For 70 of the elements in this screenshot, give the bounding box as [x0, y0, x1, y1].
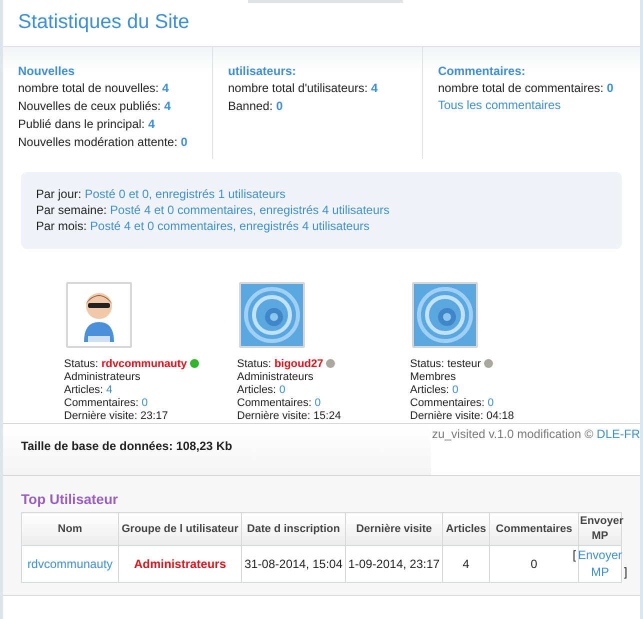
database-size: Taille de base de données: 108,23 Kb [21, 439, 232, 455]
user-name: rdvcommunauty [101, 358, 187, 370]
avatar-icon [66, 282, 132, 348]
credit-link[interactable]: DLE-FR [596, 427, 640, 441]
table-cell: 1-09-2014, 23:17 [346, 546, 442, 582]
stat-label: nombre total de commentaires: [438, 81, 604, 95]
stat-value: 0 [276, 99, 283, 113]
section-heading: utilisateurs: [228, 63, 296, 79]
user-group: Membres [410, 371, 456, 383]
column-header: Commentaires [490, 512, 578, 546]
comments-label: Commentaires: [410, 397, 485, 409]
column-header: Nom [22, 512, 118, 546]
stat-value: 4 [371, 81, 378, 95]
stat-value: 0 [180, 135, 188, 149]
comments-count-link[interactable]: 0 [314, 397, 321, 409]
last-visit: Dernière visite: 23:17 [64, 410, 168, 422]
last-visit: Dernière visite: 15:24 [237, 410, 341, 422]
user-name: bigoud27 [274, 358, 324, 370]
comments-link[interactable]: Tous les commentaires [438, 97, 561, 114]
avatar-icon [412, 282, 478, 348]
period-label: Par mois: [36, 219, 87, 233]
status-label: Status: [64, 358, 98, 370]
stat-label: Nouvelles modération attente: [18, 135, 178, 149]
table-cell: Administrateurs [118, 546, 242, 582]
stat-label: Banned: [228, 99, 273, 113]
column-header: Envoyer MP [578, 512, 622, 546]
stat-value: 4 [162, 81, 169, 95]
comments-count-link[interactable]: 0 [488, 397, 494, 409]
stat-value: 4 [148, 117, 155, 131]
comments-count-link[interactable]: 0 [142, 397, 148, 409]
column-header: Dernière visite [346, 512, 442, 546]
bracket-text: [ [572, 547, 576, 564]
stat-label: nombre total d'utilisateurs: [228, 81, 368, 95]
table-cell: 4 [442, 546, 490, 582]
bracket-text: ] [624, 564, 628, 581]
column-header: Articles [442, 512, 490, 546]
comments-label: Commentaires: [237, 397, 312, 409]
section-heading: Commentaires: [438, 63, 526, 79]
articles-link[interactable]: 0 [279, 384, 286, 396]
section-title: Top Utilisateur [21, 491, 118, 507]
period-link[interactable]: Posté 0 et 0, enregistrés 1 utilisateurs [84, 187, 286, 201]
comments-label: Commentaires: [64, 397, 139, 409]
articles-label: Articles: [64, 384, 104, 396]
avatar-icon [239, 282, 305, 348]
articles-link[interactable]: 0 [452, 384, 458, 396]
table-cell: 31-08-2014, 15:04 [242, 546, 346, 582]
articles-link[interactable]: 4 [106, 384, 112, 396]
stat-label: nombre total de nouvelles: [18, 81, 159, 95]
stat-label: Nouvelles de ceux publiés: [18, 99, 161, 113]
status-label: Status: [237, 358, 272, 370]
period-link[interactable]: Posté 4 et 0 commentaires, enregistrés 4 utilisateurs [110, 203, 390, 217]
articles-label: Articles: [237, 384, 276, 396]
credit-text: zu_visited v.1.0 modification © [432, 427, 594, 441]
period-label: Par semaine: [36, 203, 107, 217]
stat-value: 0 [606, 81, 614, 95]
column-header: Date d inscription [242, 512, 346, 546]
page-title: Statistiques du Site [18, 10, 190, 34]
column-header: Groupe de l utilisateur [118, 512, 242, 546]
status-label: Status: [410, 358, 444, 370]
articles-label: Articles: [410, 384, 450, 396]
period-link[interactable]: Posté 4 et 0 commentaires, enregistrés 4 utilisateurs [90, 219, 370, 233]
stat-value: 4 [164, 99, 171, 113]
send-message-link[interactable]: Envoyer MP [578, 547, 622, 581]
period-label: Par jour: [36, 187, 82, 201]
user-group: Administrateurs [64, 371, 140, 383]
last-visit: Dernière visite: 04:18 [410, 410, 514, 422]
stat-label: Publié dans le principal: [18, 117, 145, 131]
user-group: Administrateurs [237, 371, 314, 383]
section-heading: Nouvelles [18, 63, 75, 79]
user-name: testeur [447, 358, 481, 370]
